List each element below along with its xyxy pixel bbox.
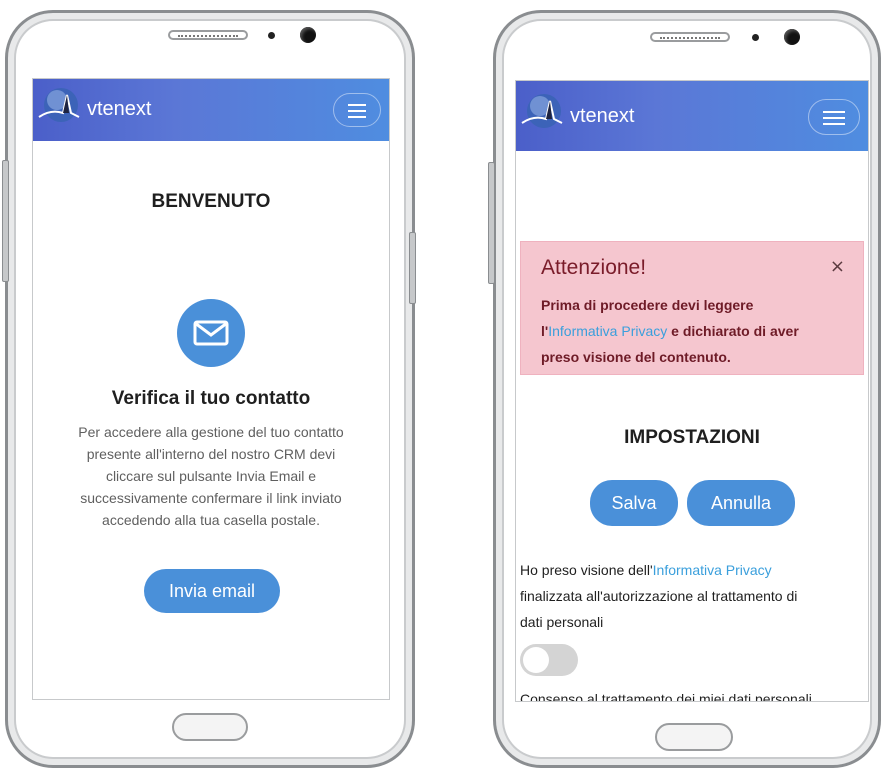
app-header: vtenext <box>516 81 868 151</box>
left-phone-home-button[interactable] <box>172 713 248 741</box>
left-screen: vtenext BENVENUTO Verifica il tuo contat… <box>32 78 390 700</box>
cancel-button[interactable]: Annulla <box>687 480 795 526</box>
alert-line: Prima di procedere devi leggere <box>541 297 754 313</box>
alert-line: preso visione del contenuto. <box>541 349 731 365</box>
description-line: cliccare sul pulsante Invia Email e <box>105 468 317 484</box>
consent-line: Ho preso visione dell'Informativa Privac… <box>520 562 772 578</box>
right-phone-speaker <box>650 32 730 42</box>
right-phone-volume-button <box>488 162 495 284</box>
envelope-icon <box>177 299 245 367</box>
left-phone-power-button <box>409 232 416 304</box>
send-email-button[interactable]: Invia email <box>144 569 280 613</box>
left-phone-speaker <box>168 30 248 40</box>
right-screen: vtenext Attenzione! × Prima di procedere… <box>515 80 869 702</box>
vtenext-logo-icon <box>38 88 80 122</box>
privacy-policy-link[interactable]: Informativa Privacy <box>548 323 667 339</box>
hamburger-menu-icon <box>823 111 845 113</box>
settings-heading: IMPOSTAZIONI <box>624 427 760 448</box>
privacy-policy-link[interactable]: Informativa Privacy <box>653 562 772 578</box>
hamburger-menu-button[interactable] <box>333 93 381 127</box>
save-button[interactable]: Salva <box>590 480 678 526</box>
left-phone-camera <box>300 27 316 43</box>
right-phone-home-button[interactable] <box>655 723 733 751</box>
next-consent-label: Consenso al trattamento dei miei dati pe… <box>520 691 812 702</box>
right-phone-camera <box>784 29 800 45</box>
verify-contact-title: Verifica il tuo contatto <box>111 388 311 409</box>
consent-line: finalizzata all'autorizzazione al tratta… <box>520 588 798 604</box>
brand-name: vtenext <box>570 105 635 127</box>
welcome-heading: BENVENUTO <box>151 191 271 212</box>
consent-line: dati personali <box>520 614 604 630</box>
alert-line: l'Informativa Privacy e dichiarato di av… <box>541 323 799 339</box>
left-phone-volume-button <box>2 160 9 282</box>
app-header: vtenext <box>33 79 389 141</box>
privacy-alert: Attenzione! × Prima di procedere devi le… <box>520 241 864 375</box>
left-phone-sensor <box>268 32 275 39</box>
privacy-consent-toggle[interactable] <box>520 644 578 676</box>
right-phone-sensor <box>752 34 759 41</box>
alert-title: Attenzione! <box>541 256 647 279</box>
verify-description: Per accedere alla gestione del tuo conta… <box>33 421 389 531</box>
description-line: presente all'interno del nostro CRM devi <box>86 446 336 462</box>
description-line: Per accedere alla gestione del tuo conta… <box>78 424 344 440</box>
brand-name: vtenext <box>87 98 152 120</box>
hamburger-menu-icon <box>348 104 366 106</box>
close-icon[interactable]: × <box>830 256 845 277</box>
description-line: accedendo alla tua casella postale. <box>102 512 320 528</box>
alert-message: Prima di procedere devi leggere l'Inform… <box>541 292 851 370</box>
description-line: successivamente confermare il link invia… <box>80 490 342 506</box>
vtenext-logo-icon <box>521 94 563 128</box>
hamburger-menu-button[interactable] <box>808 99 860 135</box>
privacy-consent-text: Ho preso visione dell'Informativa Privac… <box>520 557 860 635</box>
